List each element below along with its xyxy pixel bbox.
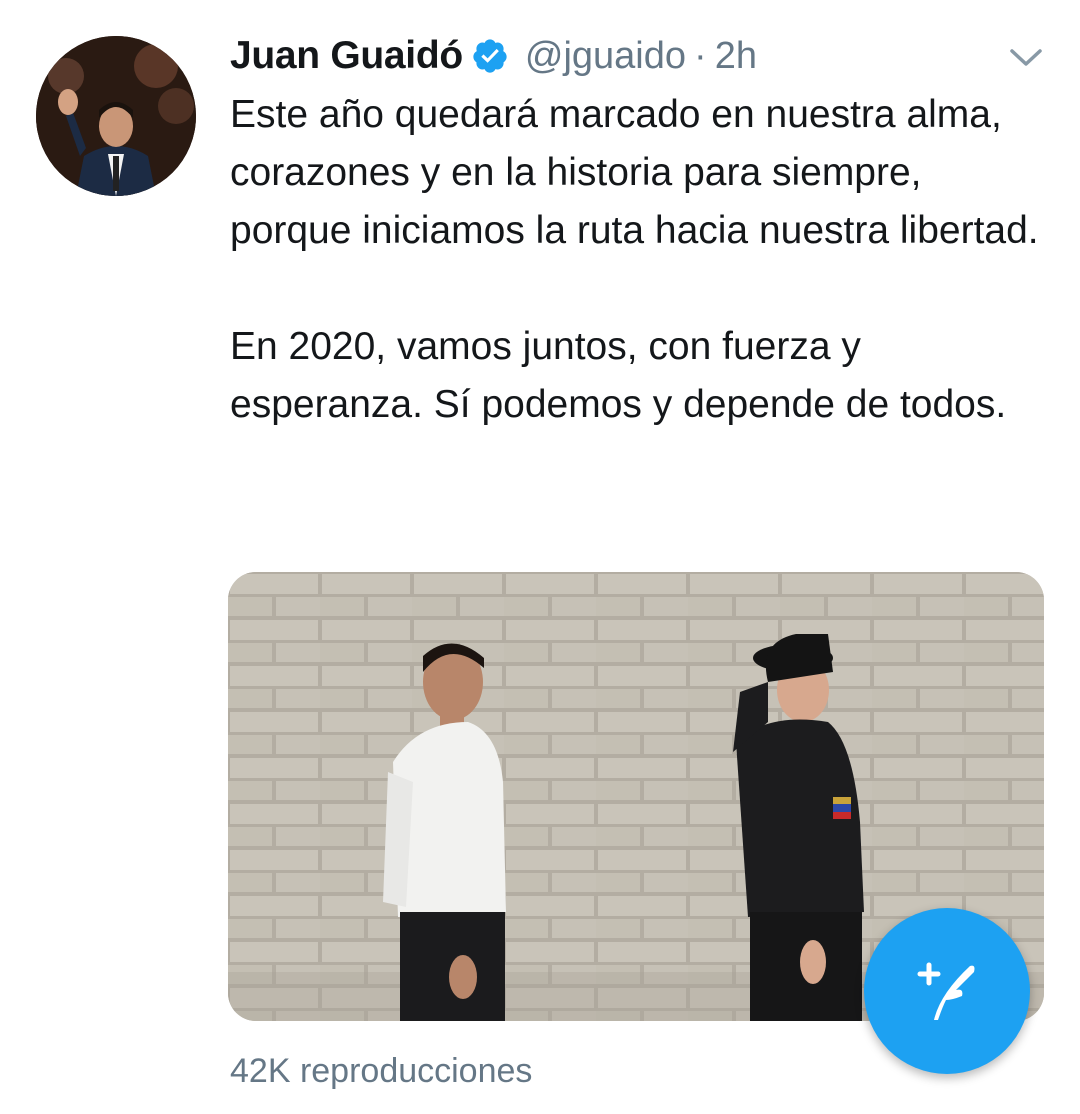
tweet[interactable]: Juan Guaidó @jguaido · 2h Este año queda… <box>0 0 1080 1114</box>
chevron-down-icon[interactable] <box>1008 42 1044 72</box>
compose-tweet-button[interactable] <box>864 908 1030 1074</box>
tweet-timestamp[interactable]: 2h <box>715 35 757 78</box>
verified-badge-icon <box>471 37 509 75</box>
author-handle[interactable]: @jguaido <box>525 35 686 78</box>
view-count: 42K reproducciones <box>230 1052 533 1090</box>
author-name[interactable]: Juan Guaidó <box>230 34 463 78</box>
tweet-text: Este año quedará marcado en nuestra alma… <box>230 86 1050 434</box>
separator-dot: · <box>694 34 707 77</box>
compose-tweet-icon <box>912 954 982 1029</box>
tweet-paragraph: En 2020, vamos juntos, con fuerza y espe… <box>230 325 1007 426</box>
avatar[interactable] <box>36 36 196 196</box>
tweet-header: Juan Guaidó @jguaido · 2h <box>230 28 1050 84</box>
tweet-paragraph: Este año quedará marcado en nuestra alma… <box>230 93 1039 252</box>
